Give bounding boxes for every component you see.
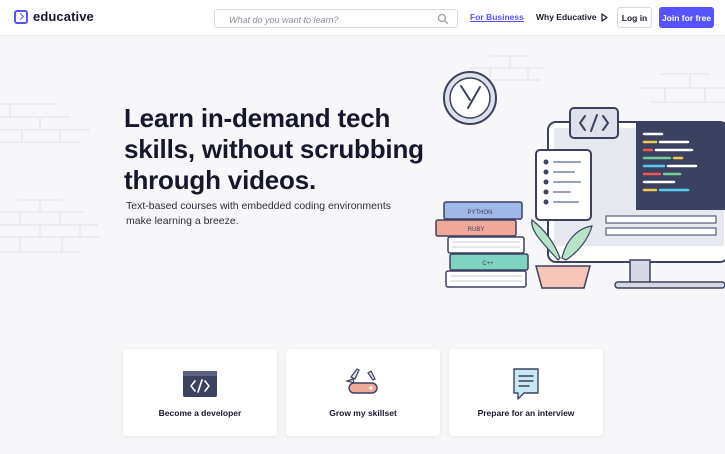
login-button[interactable]: Log in [617,7,652,28]
checklist-card-icon [535,149,592,221]
for-business-link[interactable]: For Business [470,12,524,22]
brick-wall-decoration-left [0,103,100,253]
hero-title: Learn in-demand tech skills, without scr… [124,103,424,195]
logo-text: educative [33,9,94,24]
card-label: Become a developer [158,408,242,418]
book-label-ruby: RUBY [468,227,485,233]
play-icon [601,12,609,22]
card-label: Prepare for an interview [477,408,575,418]
logo-icon [14,9,28,24]
clock-icon [443,71,497,125]
book-label-python: PYTHON [467,210,492,216]
card-become-developer[interactable]: Become a developer [123,349,277,436]
why-educative-label: Why Educative [536,12,597,22]
code-window-icon [183,371,217,397]
book-label-cpp: C++ [482,261,494,267]
why-educative-link[interactable]: Why Educative [536,12,609,22]
search-box[interactable] [214,9,458,29]
educative-logo[interactable]: educative [14,9,94,24]
hero-subtitle: Text-based courses with embedded coding … [126,200,391,227]
join-free-button[interactable]: Join for free [659,7,714,28]
card-grow-skillset[interactable]: Grow my skillset [286,349,440,436]
card-prepare-interview[interactable]: Prepare for an interview [449,349,603,436]
book-stack-icon: PYTHON RUBY C++ [435,201,529,288]
top-navbar: educative For Business Why Educative Log… [0,0,725,36]
code-bracket-icon [569,107,619,139]
swiss-knife-icon [344,368,378,394]
search-icon[interactable] [437,13,449,25]
search-input[interactable] [215,11,429,29]
card-label: Grow my skillset [329,408,397,418]
chat-document-icon [513,368,539,400]
hero-illustration: PYTHON RUBY C++ [435,71,725,289]
